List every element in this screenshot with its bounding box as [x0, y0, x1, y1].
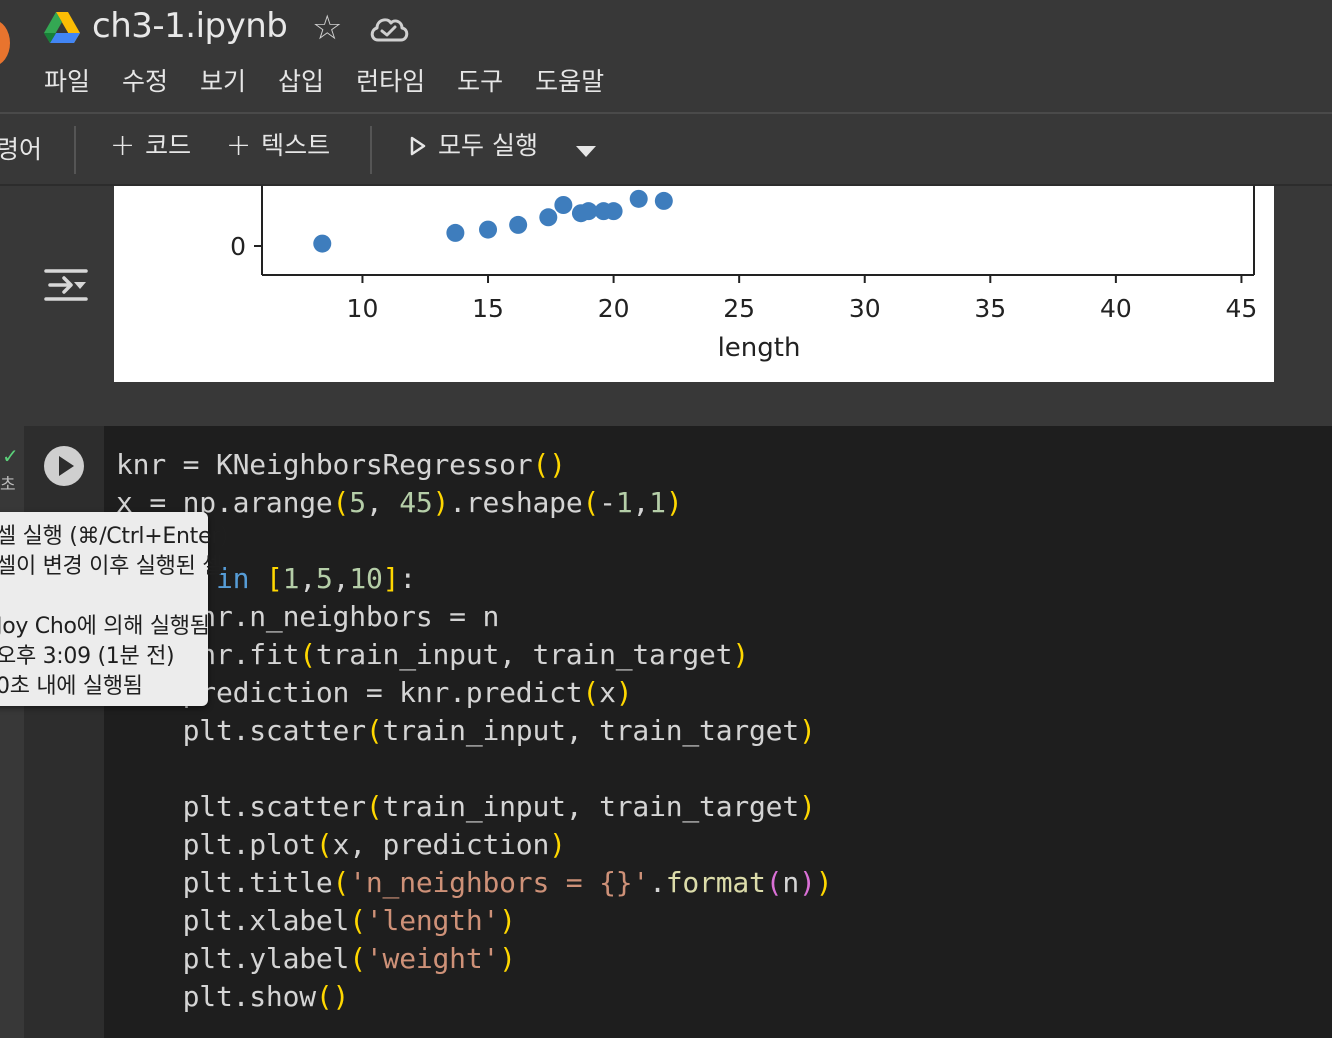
- tooltip-executed-by: Joy Cho에 의해 실행됨: [0, 614, 210, 639]
- code-line-10: plt.scatter(train_input, train_target): [116, 790, 816, 823]
- checkmark-icon: ✓: [2, 444, 19, 468]
- plus-icon: +: [110, 128, 136, 163]
- scatter-point: [539, 208, 558, 227]
- scatter-point: [446, 223, 465, 242]
- toolbar-separator: [74, 126, 76, 174]
- run-all-button[interactable]: 모두 실행: [408, 128, 538, 164]
- code-line-6: knr.fit(train_input, train_target): [182, 638, 750, 671]
- code-line-14: plt.ylabel('weight'): [116, 942, 516, 975]
- google-drive-icon[interactable]: [44, 12, 80, 44]
- plus-icon: +: [226, 128, 252, 163]
- add-text-button[interactable]: + 텍스트: [226, 128, 330, 164]
- star-icon[interactable]: ☆: [312, 8, 342, 48]
- plot-output: 10 15 20 25 30 35 40 45 0 length: [114, 186, 1274, 382]
- notebook-header: ch3-1.ipynb ☆ 파일 수정 보기 삽입 런타임 도구 도움말: [0, 0, 1332, 113]
- menu-help[interactable]: 도움말: [535, 64, 604, 100]
- menu-runtime[interactable]: 런타임: [356, 64, 425, 100]
- menu-file[interactable]: 파일: [44, 64, 90, 100]
- menu-view[interactable]: 보기: [200, 64, 246, 100]
- code-line-1: knr = KNeighborsRegressor(): [116, 448, 566, 481]
- x-tick-label: 15: [472, 294, 504, 323]
- tooltip-executed-time: 오후 3:09 (1분 전): [0, 644, 175, 669]
- cloud-saved-icon[interactable]: [368, 14, 410, 44]
- scatter-point: [654, 191, 673, 210]
- add-text-label: 텍스트: [261, 131, 331, 160]
- x-axis-label: length: [718, 333, 801, 363]
- x-tick-label: 30: [849, 294, 881, 323]
- user-avatar[interactable]: [0, 20, 10, 66]
- tooltip-shortcut: 셀 실행 (⌘/Ctrl+Enter): [0, 524, 229, 549]
- scatter-point: [509, 215, 528, 234]
- x-tick-label: 45: [1226, 294, 1258, 323]
- y-tick-label: 0: [230, 232, 246, 261]
- x-tick-label: 10: [347, 294, 379, 323]
- code-line-12: plt.title('n_neighbors = {}'.format(n)): [116, 866, 833, 899]
- menu-insert[interactable]: 삽입: [278, 64, 324, 100]
- play-outline-icon: [410, 136, 426, 156]
- run-cell-button[interactable]: [44, 446, 84, 486]
- code-line-8: plt.scatter(train_input, train_target): [116, 714, 816, 747]
- run-all-dropdown-icon[interactable]: [576, 146, 596, 157]
- menu-tools[interactable]: 도구: [457, 64, 503, 100]
- commands-button[interactable]: 령어: [0, 130, 42, 166]
- run-all-label: 모두 실행: [438, 131, 538, 160]
- code-line-11: plt.plot(x, prediction): [116, 828, 566, 861]
- tooltip-duration: 0초 내에 실행됨: [0, 674, 143, 699]
- toolbar-separator: [370, 126, 372, 174]
- x-tick-label: 25: [723, 294, 755, 323]
- scatter-point: [629, 189, 648, 208]
- scatter-point: [554, 196, 573, 214]
- scatter-point: [604, 202, 623, 221]
- notebook-title[interactable]: ch3-1.ipynb: [92, 6, 288, 46]
- scatter-point: [313, 234, 332, 253]
- x-tick-label: 40: [1100, 294, 1132, 323]
- x-tick-label: 20: [598, 294, 630, 323]
- scatter-point: [479, 220, 498, 239]
- code-line-13: plt.xlabel('length'): [116, 904, 516, 937]
- notebook-toolbar: 령어 + 코드 + 텍스트 모두 실행: [0, 114, 1332, 186]
- output-actions-icon[interactable]: [44, 266, 88, 304]
- add-code-button[interactable]: + 코드: [110, 128, 191, 164]
- menu-edit[interactable]: 수정: [122, 64, 168, 100]
- code-line-15: plt.show(): [116, 980, 350, 1013]
- x-tick-label: 35: [974, 294, 1006, 323]
- run-cell-tooltip: 셀 실행 (⌘/Ctrl+Enter) 셀이 변경 이후 실행된 셀 Joy C…: [0, 512, 229, 706]
- add-code-label: 코드: [145, 131, 192, 160]
- scatter-plot: 10 15 20 25 30 35 40 45 0 length: [230, 186, 1258, 363]
- execution-time: 초: [0, 475, 16, 495]
- menu-bar: 파일 수정 보기 삽입 런타임 도구 도움말: [44, 64, 604, 100]
- tooltip-status: 셀이 변경 이후 실행된 셀: [0, 554, 223, 579]
